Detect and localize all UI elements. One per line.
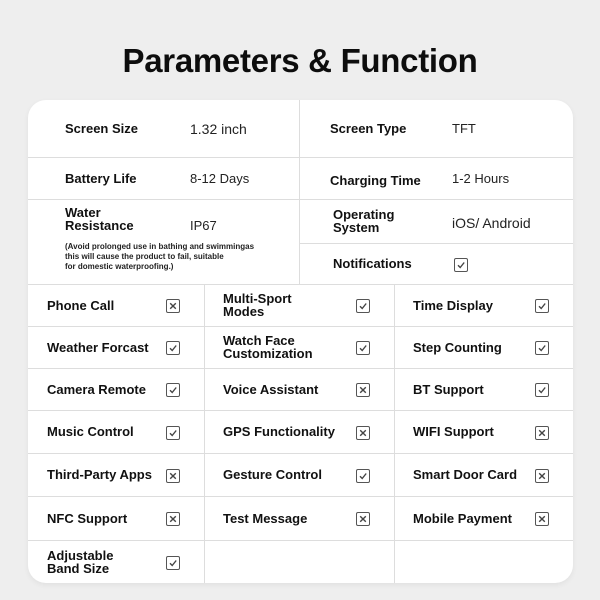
feature-step-counting: Step Counting: [413, 326, 502, 368]
cross-icon: [535, 469, 549, 483]
check-icon: [454, 258, 468, 272]
feature-label: WIFI Support: [413, 424, 494, 439]
feature-wifi-support: WIFI Support: [413, 410, 494, 453]
param-screen-type-value: TFT: [452, 121, 476, 136]
param-notifications: Notifications: [333, 256, 412, 271]
param-label: Screen Type: [330, 121, 407, 136]
feature-music-control: Music Control: [47, 410, 134, 453]
feature-time-display: Time Display: [413, 284, 493, 326]
feature-camera-remote: Camera Remote: [47, 368, 146, 410]
param-charging-time: Charging Time: [330, 159, 421, 201]
cross-icon: [356, 426, 370, 440]
param-label: Charging Time: [330, 172, 421, 188]
feature-gesture-control: Gesture Control: [223, 453, 322, 496]
feature-multi-sport-modes: Multi-Sport Modes: [223, 284, 292, 326]
check-icon: [535, 299, 549, 313]
feature-bt-support: BT Support: [413, 368, 484, 410]
check-icon: [356, 341, 370, 355]
feature-label: Smart Door Card: [413, 467, 518, 482]
feature-mobile-payment: Mobile Payment: [413, 496, 512, 540]
feature-phone-call: Phone Call: [47, 284, 114, 326]
feature-label: Camera Remote: [47, 381, 146, 397]
divider: [394, 284, 395, 583]
param-screen-size: Screen Size: [65, 100, 138, 157]
param-label: Battery Life: [65, 170, 137, 186]
cross-icon: [166, 299, 180, 313]
param-battery-life-value: 8-12 Days: [190, 170, 250, 186]
feature-label: Time Display: [413, 297, 493, 313]
feature-adjustable-band-size: Adjustable Band Size: [47, 540, 113, 583]
divider: [204, 284, 205, 583]
feature-label: Phone Call: [47, 297, 115, 313]
feature-label: Music Control: [47, 424, 134, 439]
check-icon: [535, 341, 549, 355]
feature-label: Third-Party Apps: [47, 467, 152, 482]
feature-third-party-apps: Third-Party Apps: [47, 453, 152, 496]
cross-icon: [535, 512, 549, 526]
page-title: Parameters & Function: [122, 42, 478, 79]
check-icon: [166, 556, 180, 570]
param-label: Screen Size: [65, 121, 138, 136]
check-icon: [166, 341, 180, 355]
feature-label: Customization: [223, 346, 313, 361]
feature-label: BT Support: [413, 381, 484, 397]
feature-label: Band Size: [47, 560, 110, 576]
feature-label: Test Message: [223, 510, 308, 526]
feature-test-message: Test Message: [223, 496, 307, 540]
feature-label: Step Counting: [413, 339, 502, 355]
feature-gps-functionality: GPS Functionality: [223, 410, 335, 453]
check-icon: [166, 426, 180, 440]
check-icon: [356, 299, 370, 313]
feature-weather-forcast: Weather Forcast: [47, 326, 149, 368]
feature-smart-door-card: Smart Door Card: [413, 453, 517, 496]
param-charging-time-value: 1-2 Hours: [452, 170, 510, 186]
cross-icon: [166, 512, 180, 526]
check-icon: [535, 383, 549, 397]
feature-label: Adjustable: [47, 547, 114, 563]
param-screen-size-value: 1.32 inch: [190, 120, 247, 137]
param-water-resistance-value: IP67: [190, 217, 217, 233]
param-screen-type: Screen Type: [330, 100, 406, 157]
feature-label: GPS Functionality: [223, 424, 335, 439]
feature-label: Modes: [223, 304, 265, 319]
feature-label: NFC Support: [47, 510, 128, 526]
cross-icon: [535, 426, 549, 440]
parameters-card: Screen Size 1.32 inch Screen Type TFT Ba…: [28, 100, 573, 583]
cross-icon: [356, 383, 370, 397]
param-water-resistance: Water Resistance: [65, 205, 134, 233]
feature-label: Mobile Payment: [413, 510, 512, 526]
param-operating-system: Operating System: [333, 207, 395, 235]
water-resistance-note: (Avoid prolonged use in bathing and swim…: [65, 242, 255, 271]
divider: [299, 100, 300, 284]
feature-voice-assistant: Voice Assistant: [223, 368, 318, 410]
param-operating-system-value: iOS/ Android: [452, 214, 531, 231]
feature-label: Voice Assistant: [223, 381, 319, 397]
check-icon: [166, 383, 180, 397]
cross-icon: [356, 512, 370, 526]
check-icon: [356, 469, 370, 483]
feature-label: Weather Forcast: [47, 339, 149, 355]
cross-icon: [166, 469, 180, 483]
feature-label: Gesture Control: [223, 467, 322, 482]
feature-watch-face-customization: Watch Face Customization: [223, 326, 313, 368]
param-battery-life: Battery Life: [65, 157, 137, 199]
feature-nfc-support: NFC Support: [47, 496, 127, 540]
